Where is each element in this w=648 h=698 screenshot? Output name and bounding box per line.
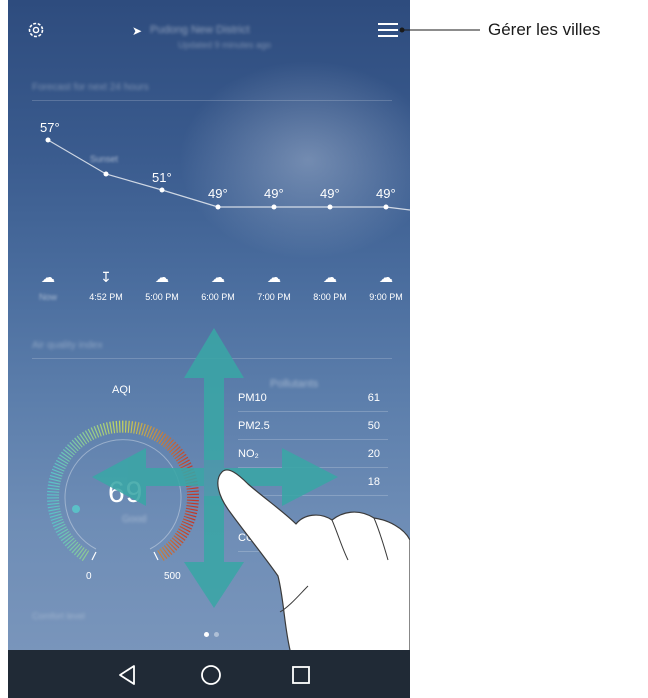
callout-leader-line <box>399 27 480 33</box>
callout-manage-cities-label: Gérer les villes <box>488 20 601 39</box>
